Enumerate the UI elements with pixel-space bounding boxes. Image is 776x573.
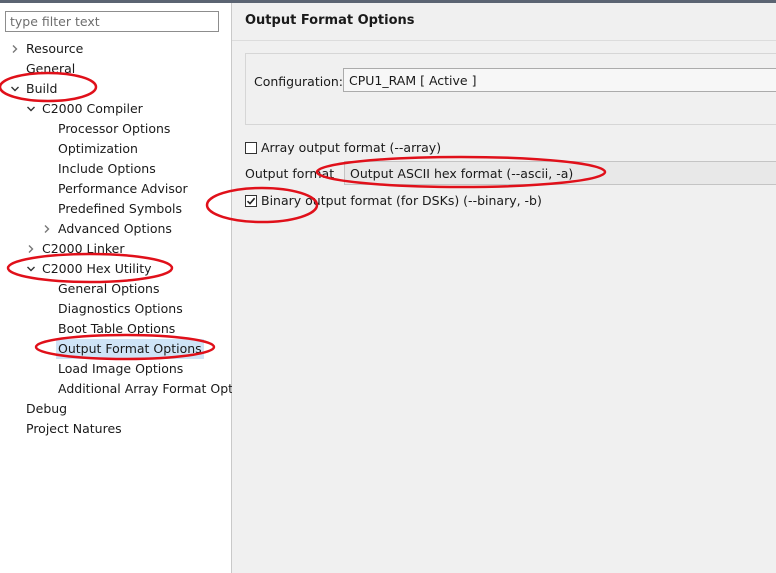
tree-item-label: Optimization	[58, 141, 138, 156]
output-format-select[interactable]: Output ASCII hex format (--ascii, -a)	[344, 161, 776, 185]
chevron-right-icon[interactable]	[26, 239, 38, 259]
output-format-label: Output format	[245, 166, 335, 181]
chevron-down-icon[interactable]	[10, 79, 22, 99]
filter-input[interactable]	[5, 11, 219, 32]
chevron-right-icon[interactable]	[42, 219, 54, 239]
property-tree-panel: Resource General Build C2000 Compiler Proces…	[0, 3, 234, 573]
configuration-group: Configuration: CPU1_RAM [ Active ]	[245, 53, 776, 125]
checkmark-icon	[246, 197, 256, 205]
binary-output-checkbox[interactable]	[245, 195, 257, 207]
tree-item-label: C2000 Compiler	[42, 101, 143, 116]
tree-item-label: Additional Array Format Opt	[58, 381, 234, 396]
tree-item-label: Processor Options	[58, 121, 171, 136]
array-output-checkbox[interactable]	[245, 142, 257, 154]
chevron-down-icon[interactable]	[26, 259, 38, 279]
tree-item-label: Diagnostics Options	[58, 301, 183, 316]
tree-item-label: Resource	[26, 41, 84, 56]
tree-item-label: General Options	[58, 281, 160, 296]
tree-item-label: Include Options	[58, 161, 156, 176]
binary-output-label: Binary output format (for DSKs) (--binar…	[261, 193, 542, 208]
tree-item-label: Predefined Symbols	[58, 201, 182, 216]
tree-item-label: Load Image Options	[58, 361, 184, 376]
tree-item-label: Advanced Options	[58, 221, 172, 236]
tree-item-label: Boot Table Options	[58, 321, 176, 336]
tree-item-label: C2000 Linker	[42, 241, 125, 256]
chevron-right-icon[interactable]	[10, 39, 22, 59]
configuration-label: Configuration:	[254, 74, 343, 89]
chevron-down-icon[interactable]	[26, 99, 38, 119]
tree-item-label: C2000 Hex Utility	[42, 261, 152, 276]
title-separator	[232, 40, 776, 41]
tree-item-label: Performance Advisor	[58, 181, 188, 196]
page-title: Output Format Options	[245, 13, 415, 28]
tree-item-label: General	[26, 61, 76, 76]
properties-page: Output Format Options Configuration: CPU…	[232, 3, 776, 573]
tree-item-label: Project Natures	[26, 421, 122, 436]
tree-item-label: Build	[26, 81, 58, 96]
tree-item-label: Output Format Options	[56, 339, 204, 359]
array-output-label: Array output format (--array)	[261, 140, 442, 155]
tree-item-label: Debug	[26, 401, 68, 416]
configuration-select[interactable]: CPU1_RAM [ Active ]	[343, 68, 776, 92]
